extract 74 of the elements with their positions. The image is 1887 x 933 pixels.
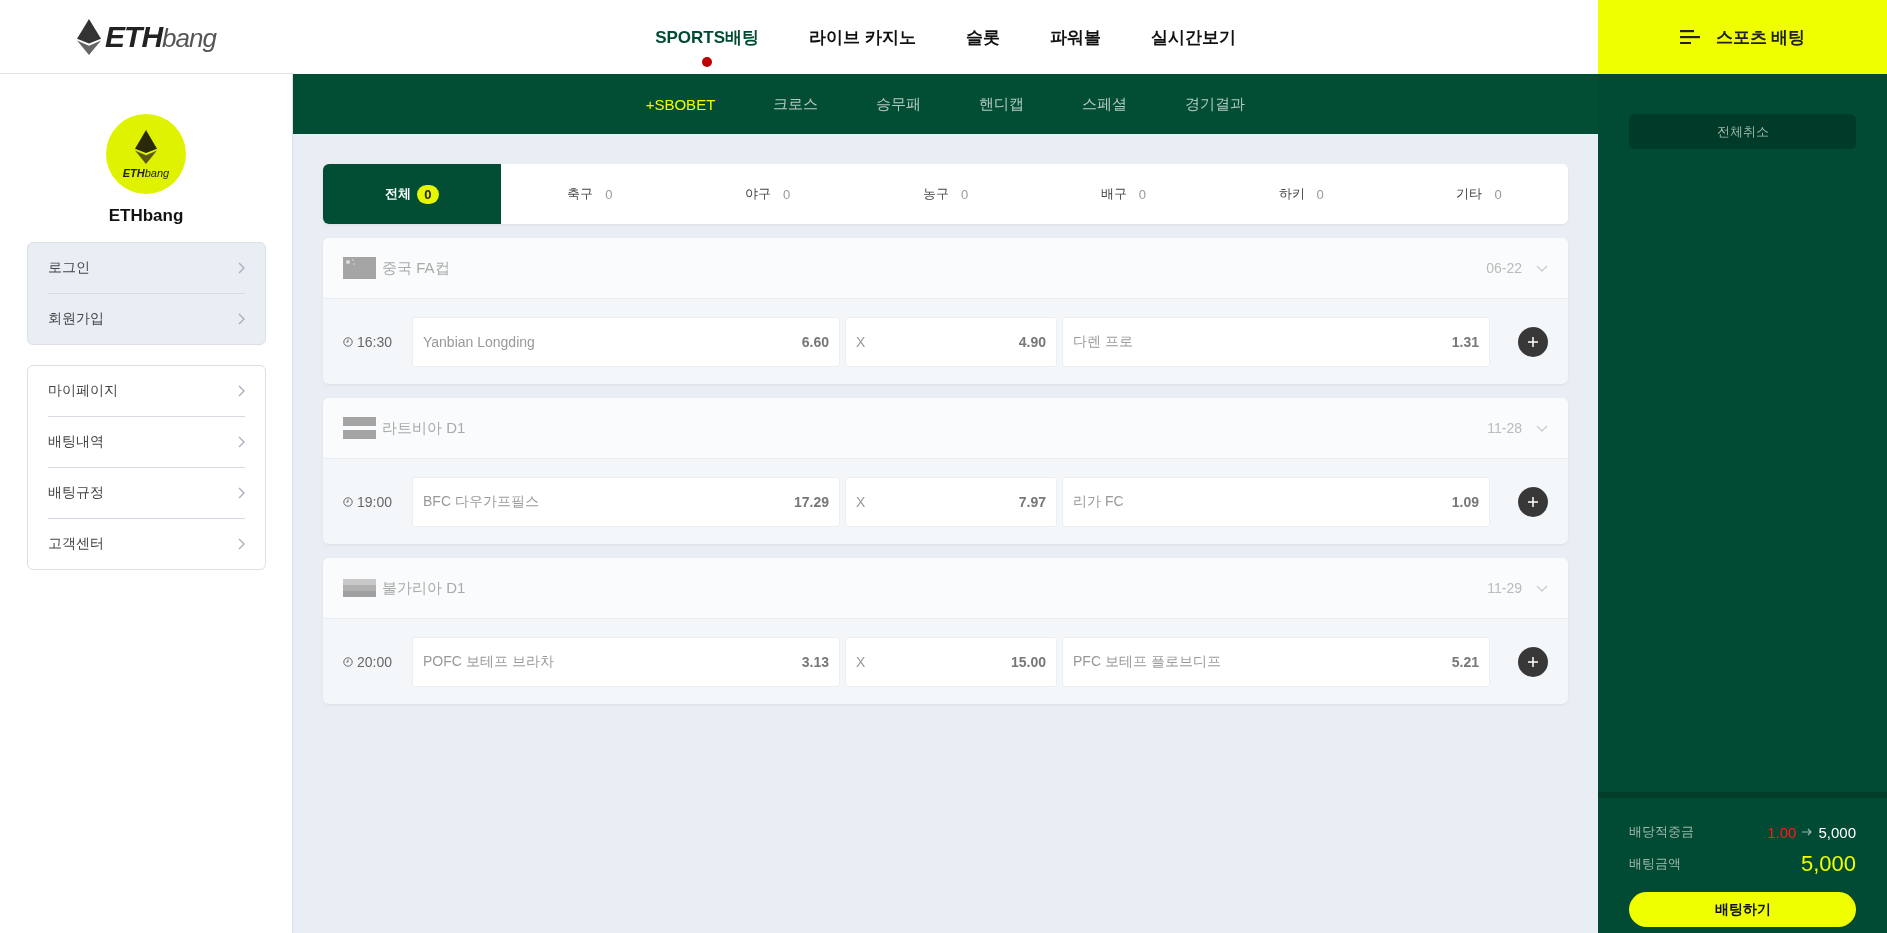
odds-button[interactable]: POFC 보테프 브라차 3.13 [412,636,840,687]
arrow-right-icon [1802,828,1813,836]
sport-tab[interactable]: 하키 0 [1212,164,1391,224]
match-date: 06-22 [1486,260,1522,276]
nav-link[interactable]: 파워볼 [1049,19,1101,71]
menu-item[interactable]: 회원가입 [47,294,245,344]
match-time: 20:00 [357,653,393,670]
league-name: 중국 FA컵 [382,258,451,278]
odds-button[interactable]: X 4.90 [845,316,1057,367]
sport-tab[interactable]: 농구 0 [856,164,1035,224]
menu-item[interactable]: 로그인 [47,243,245,294]
subnav-link[interactable]: 경기결과 [1179,93,1252,115]
nav-link[interactable]: 라이브 카지노 [809,19,916,71]
payout-label: 배당적중금 [1629,823,1694,841]
stake-amount[interactable]: 5,000 [1800,851,1856,877]
more-button[interactable] [1518,486,1548,517]
odds-button[interactable]: PFC 보테프 플로브디프 5.21 [1062,636,1490,687]
odds-button[interactable]: 다렌 프로 1.31 [1062,316,1490,367]
site-logo[interactable]: ETHbang [77,18,216,55]
flag-icon [343,257,376,279]
subnav-link[interactable]: 스페셜 [1076,93,1134,115]
more-button[interactable] [1518,326,1548,357]
sport-tab[interactable]: 기타 0 [1390,164,1568,224]
sport-tab[interactable]: 배구 0 [1034,164,1213,224]
subnav-link[interactable]: +SBOBET [639,94,722,114]
chevron-right-icon [237,538,245,550]
nav-link[interactable]: 실시간보기 [1150,19,1236,71]
odds-button[interactable]: 리가 FC 1.09 [1062,476,1490,527]
place-bet-button[interactable]: 배팅하기 [1629,892,1856,927]
sport-tab[interactable]: 축구 0 [500,164,679,224]
sport-tab[interactable]: 야구 0 [678,164,857,224]
chevron-right-icon [237,385,245,397]
plus-icon [1528,336,1538,347]
sport-tab[interactable]: 전체 0 [323,164,501,224]
menu-item[interactable]: 마이페이지 [47,366,245,417]
nav-link[interactable]: 슬롯 [965,19,1000,71]
subnav-link[interactable]: 크로스 [767,93,825,115]
clock-icon [343,656,353,667]
profile-logo: ETHbang [106,114,186,194]
clock-icon [343,496,353,507]
total-odds: 1.00 [1767,823,1797,841]
subnav-link[interactable]: 핸디캡 [973,93,1031,115]
flag-icon [343,579,376,597]
active-dot [702,56,713,67]
menu-item[interactable]: 고객센터 [47,519,245,569]
clock-icon [343,336,353,347]
league-name: 불가리아 D1 [382,578,467,598]
odds-button[interactable]: Yanbian Longding 6.60 [412,316,840,367]
chevron-right-icon [237,436,245,448]
flag-icon [343,417,376,439]
match-date: 11-29 [1487,580,1522,596]
nav-link[interactable]: SPORTS배팅 [655,19,760,71]
league-name: 라트비아 D1 [382,418,467,438]
stake-label: 배팅금액 [1629,855,1681,873]
chevron-right-icon [237,487,245,499]
clear-all-button[interactable]: 전체취소 [1629,114,1856,149]
profile-name: ETHbang [108,206,184,226]
menu-item[interactable]: 배팅내역 [47,417,245,468]
chevron-right-icon [237,262,245,274]
odds-button[interactable]: X 7.97 [845,476,1057,527]
match-time: 16:30 [357,333,393,350]
plus-icon [1528,496,1538,507]
match-date: 11-28 [1487,420,1522,436]
menu-item[interactable]: 배팅규정 [47,468,245,519]
odds-button[interactable]: X 15.00 [845,636,1057,687]
payout-amount: 5,000 [1818,823,1856,841]
odds-button[interactable]: BFC 다우가프필스 17.29 [412,476,840,527]
plus-icon [1528,656,1538,667]
subnav-link[interactable]: 승무패 [870,93,928,115]
menu-icon [1679,30,1700,44]
chevron-right-icon [237,313,245,325]
match-time: 19:00 [357,493,393,510]
betslip-title: 스포츠 배팅 [1715,26,1806,49]
more-button[interactable] [1518,646,1548,677]
